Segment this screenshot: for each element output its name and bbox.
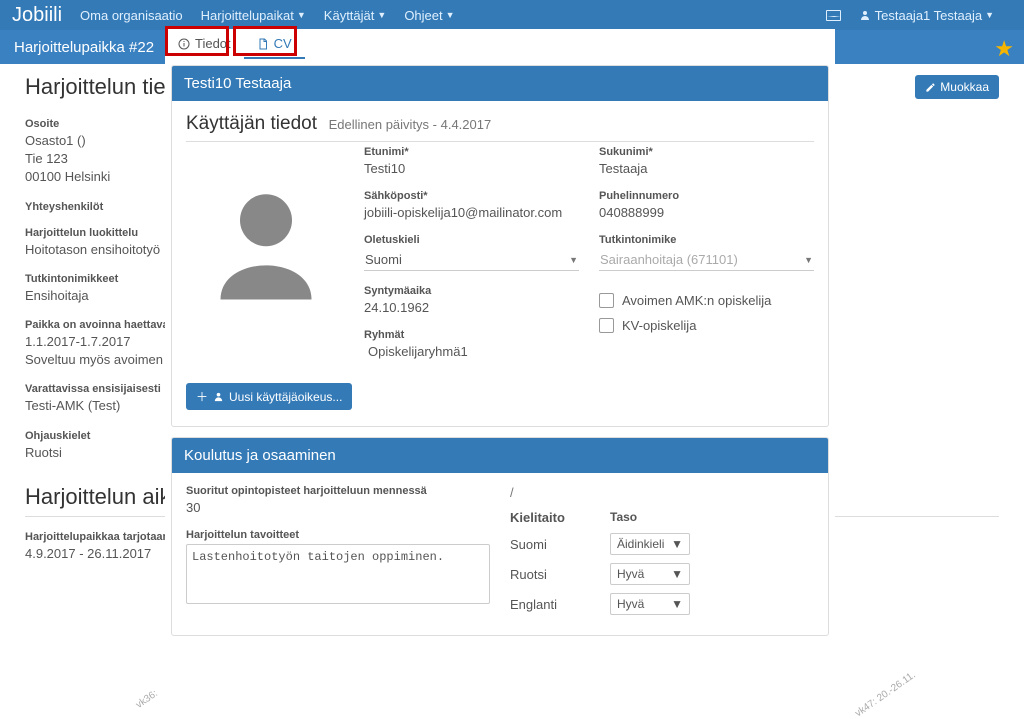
brand[interactable]: Jobiili [12, 4, 62, 27]
firstname-value: Testi10 [364, 161, 579, 176]
lang-col-head: Kielitaito [510, 510, 610, 525]
goals-label: Harjoittelun tavoitteet [186, 529, 490, 541]
lang-level-select[interactable]: Hyvä▼ [610, 593, 690, 615]
slash-text: / [510, 485, 814, 500]
week-chip: vk36: [134, 688, 160, 711]
user-profile-panel: Tiedot CV Testi10 Testaaja Käyttäjän tie… [165, 29, 835, 642]
goals-textarea[interactable] [186, 544, 490, 604]
tab-cv[interactable]: CV [244, 29, 305, 59]
chevron-down-icon: ▼ [446, 10, 455, 20]
open-amk-checkbox[interactable]: Avoimen AMK:n opiskelija [599, 293, 814, 308]
groups-label: Ryhmät [364, 329, 579, 341]
firstname-label: Etunimi* [364, 146, 579, 158]
kv-student-checkbox[interactable]: KV-opiskelija [599, 318, 814, 333]
plus-icon: ＋ [196, 388, 208, 405]
week-chip: vk47: 20.-26.11. [853, 670, 917, 719]
pencil-icon [925, 82, 936, 93]
lang-row: Englanti Hyvä▼ [510, 593, 814, 615]
navbar: Jobiili Oma organisaatio Harjoittelupaik… [0, 0, 1024, 30]
chevron-down-icon: ▼ [985, 10, 994, 20]
chevron-down-icon: ▼ [377, 10, 386, 20]
language-table: Kielitaito Taso Suomi Äidinkieli▼ Ruotsi… [510, 510, 814, 615]
nav-users[interactable]: Käyttäjät▼ [324, 8, 387, 23]
new-permission-button[interactable]: ＋ Uusi käyttäjäoikeus... [186, 383, 352, 410]
document-icon [257, 38, 269, 50]
lastname-value: Testaaja [599, 161, 814, 176]
education-card: Koulutus ja osaaminen Suoritut opintopis… [171, 437, 829, 636]
phone-value: 040888999 [599, 205, 814, 220]
phone-label: Puhelinnumero [599, 190, 814, 202]
mail-icon[interactable] [826, 10, 841, 21]
edit-button[interactable]: Muokkaa [915, 75, 999, 99]
nav-places[interactable]: Harjoittelupaikat▼ [201, 8, 306, 23]
degree-title-label: Tutkintonimike [599, 234, 814, 246]
birthday-label: Syntymäaika [364, 285, 579, 297]
chevron-down-icon: ▼ [671, 537, 683, 551]
user-info-title: Käyttäjän tiedot [186, 113, 317, 135]
page-id-title: Harjoittelupaikka #22 [14, 39, 154, 56]
birthday-value: 24.10.1962 [364, 300, 579, 315]
checkbox-icon [599, 293, 614, 308]
credits-value: 30 [186, 500, 490, 515]
education-heading: Koulutus ja osaaminen [172, 438, 828, 473]
user-icon [213, 391, 224, 402]
modal-heading: Testi10 Testaaja [172, 66, 828, 101]
tabs: Tiedot CV [165, 29, 835, 59]
degree-title-select[interactable]: Sairaanhoitaja (671101) ▼ [599, 249, 814, 271]
checkbox-icon [599, 318, 614, 333]
chevron-down-icon: ▼ [569, 255, 578, 265]
level-col-head: Taso [610, 510, 690, 525]
chevron-down-icon: ▼ [671, 567, 683, 581]
lang-level-select[interactable]: Hyvä▼ [610, 563, 690, 585]
default-lang-label: Oletuskieli [364, 234, 579, 246]
user-details-card: Testi10 Testaaja Käyttäjän tiedot Edelli… [171, 65, 829, 427]
chevron-down-icon: ▼ [297, 10, 306, 20]
nav-help[interactable]: Ohjeet▼ [404, 8, 454, 23]
avatar [186, 146, 346, 373]
info-icon [178, 38, 190, 50]
lang-level-select[interactable]: Äidinkieli▼ [610, 533, 690, 555]
email-label: Sähköposti* [364, 190, 579, 202]
default-lang-select[interactable]: Suomi ▼ [364, 249, 579, 271]
nav-user-menu[interactable]: Testaaja1 Testaaja▼ [859, 8, 994, 23]
tab-tiedot[interactable]: Tiedot [165, 29, 244, 59]
star-icon[interactable]: ★ [994, 36, 1014, 62]
credits-label: Suoritut opintopisteet harjoitteluun men… [186, 485, 490, 497]
lang-row: Ruotsi Hyvä▼ [510, 563, 814, 585]
email-value: jobiili-opiskelija10@mailinator.com [364, 205, 579, 220]
chevron-down-icon: ▼ [671, 597, 683, 611]
user-icon [859, 9, 871, 21]
lang-row: Suomi Äidinkieli▼ [510, 533, 814, 555]
last-updated: Edellinen päivitys - 4.4.2017 [329, 117, 492, 132]
user-avatar-icon [201, 176, 331, 306]
nav-own-org[interactable]: Oma organisaatio [80, 8, 183, 23]
groups-value: Opiskelijaryhmä1 [364, 344, 579, 359]
chevron-down-icon: ▼ [804, 255, 813, 265]
lastname-label: Sukunimi* [599, 146, 814, 158]
